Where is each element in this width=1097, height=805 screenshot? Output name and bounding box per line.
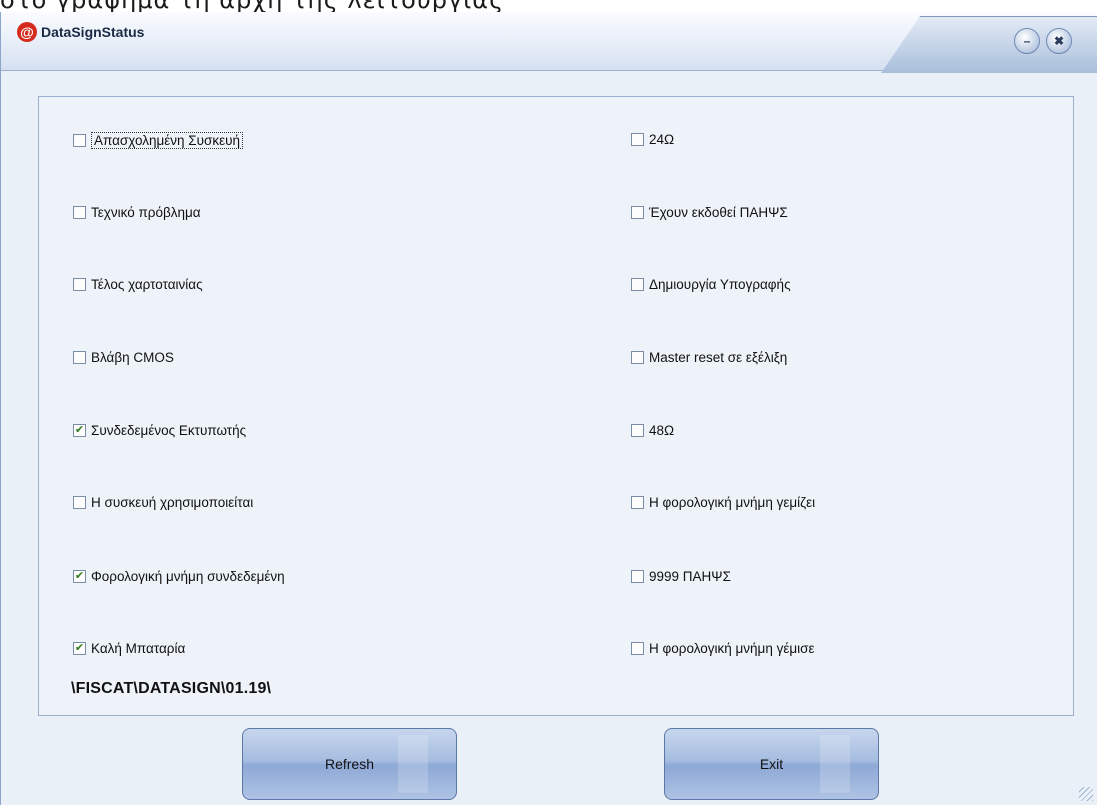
status-checkbox-right-6[interactable]: Η φορολογική μνήμη γεμίζει [631, 495, 815, 510]
checkbox-label: Φορολογική μνήμη συνδεδεμένη [91, 569, 285, 584]
checkbox-label: Master reset σε εξέλιξη [649, 350, 788, 365]
minimize-icon: – [1023, 34, 1031, 48]
status-checkbox-right-4[interactable]: Master reset σε εξέλιξη [631, 350, 787, 365]
checkbox-label: Δημιουργία Υπογραφής [649, 277, 791, 292]
checkbox-icon[interactable] [631, 133, 644, 146]
title-bar[interactable]: @ DataSignStatus – ✖ [1, 12, 1097, 73]
checkbox-label: Συνδεδεμένος Εκτυπωτής [91, 423, 247, 438]
checkbox-label: Έχουν εκδοθεί ΠΑΗΨΣ [649, 205, 788, 220]
checkbox-icon[interactable] [631, 424, 644, 437]
checkbox-icon[interactable] [631, 206, 644, 219]
status-checkbox-right-5[interactable]: 48Ω [631, 423, 674, 438]
checkbox-checked-icon[interactable]: ✔ [73, 424, 86, 437]
status-checkbox-right-2[interactable]: Έχουν εκδοθεί ΠΑΗΨΣ [631, 205, 788, 220]
checkbox-icon[interactable] [631, 570, 644, 583]
datasign-status-window: @ DataSignStatus – ✖ Απασχολημένη Συσκευ… [0, 12, 1097, 805]
status-panel [38, 96, 1074, 716]
status-checkbox-left-5[interactable]: ✔ Συνδεδεμένος Εκτυπωτής [73, 423, 246, 438]
status-checkbox-left-7[interactable]: ✔ Φορολογική μνήμη συνδεδεμένη [73, 569, 285, 584]
checkbox-label: Τέλος χαρτοταινίας [91, 277, 203, 292]
close-icon: ✖ [1053, 34, 1065, 48]
status-checkbox-left-2[interactable]: Τεχνικό πρόβλημα [73, 205, 201, 220]
checkbox-label: Τεχνικό πρόβλημα [91, 205, 201, 220]
partial-background-text: στο γράφημα τη αρχή της λειτουργίας [0, 0, 1097, 12]
checkbox-icon[interactable] [631, 351, 644, 364]
exit-button-label: Exit [759, 756, 784, 772]
device-path-label: \FISCAT\DATASIGN\01.19\ [71, 680, 272, 697]
checkbox-icon[interactable] [73, 134, 86, 147]
checkbox-label: Βλάβη CMOS [91, 350, 174, 365]
status-checkbox-left-6[interactable]: Η συσκευή χρησιμοποιείται [73, 495, 253, 510]
resize-grip[interactable] [1079, 787, 1093, 801]
app-logo-icon: @ [17, 22, 37, 42]
checkbox-checked-icon[interactable]: ✔ [73, 570, 86, 583]
status-checkbox-left-4[interactable]: Βλάβη CMOS [73, 350, 174, 365]
partial-top-text: στο γράφημα τη αρχή της λειτουργίας [0, 0, 504, 12]
status-checkbox-right-8[interactable]: Η φορολογική μνήμη γέμισε [631, 641, 814, 656]
checkbox-icon[interactable] [73, 206, 86, 219]
checkbox-label: Απασχολημένη Συσκευή [91, 132, 244, 149]
checkbox-label: Καλή Μπαταρία [91, 641, 186, 656]
status-checkbox-right-1[interactable]: 24Ω [631, 132, 674, 147]
exit-button[interactable]: Exit [664, 728, 879, 800]
checkbox-label: 9999 ΠΑΗΨΣ [649, 569, 731, 584]
refresh-button[interactable]: Refresh [242, 728, 457, 800]
checkbox-icon[interactable] [631, 642, 644, 655]
checkbox-label: 48Ω [649, 423, 675, 438]
status-checkbox-left-3[interactable]: Τέλος χαρτοταινίας [73, 277, 203, 292]
checkbox-icon[interactable] [73, 351, 86, 364]
checkbox-label: Η φορολογική μνήμη γέμισε [649, 641, 815, 656]
minimize-button[interactable]: – [1014, 28, 1040, 54]
status-checkbox-right-7[interactable]: 9999 ΠΑΗΨΣ [631, 569, 731, 584]
status-checkbox-left-1[interactable]: Απασχολημένη Συσκευή [73, 132, 244, 149]
status-checkbox-left-8[interactable]: ✔ Καλή Μπαταρία [73, 641, 185, 656]
checkbox-label: Η συσκευή χρησιμοποιείται [91, 495, 254, 510]
checkbox-checked-icon[interactable]: ✔ [73, 642, 86, 655]
checkbox-icon[interactable] [631, 496, 644, 509]
checkbox-icon[interactable] [73, 278, 86, 291]
close-button[interactable]: ✖ [1046, 28, 1072, 54]
checkbox-icon[interactable] [73, 496, 86, 509]
checkbox-label: Η φορολογική μνήμη γεμίζει [649, 495, 816, 510]
checkbox-icon[interactable] [631, 278, 644, 291]
window-title: DataSignStatus [41, 24, 145, 40]
refresh-button-label: Refresh [324, 756, 375, 772]
status-checkbox-right-3[interactable]: Δημιουργία Υπογραφής [631, 277, 791, 292]
checkbox-label: 24Ω [649, 132, 675, 147]
